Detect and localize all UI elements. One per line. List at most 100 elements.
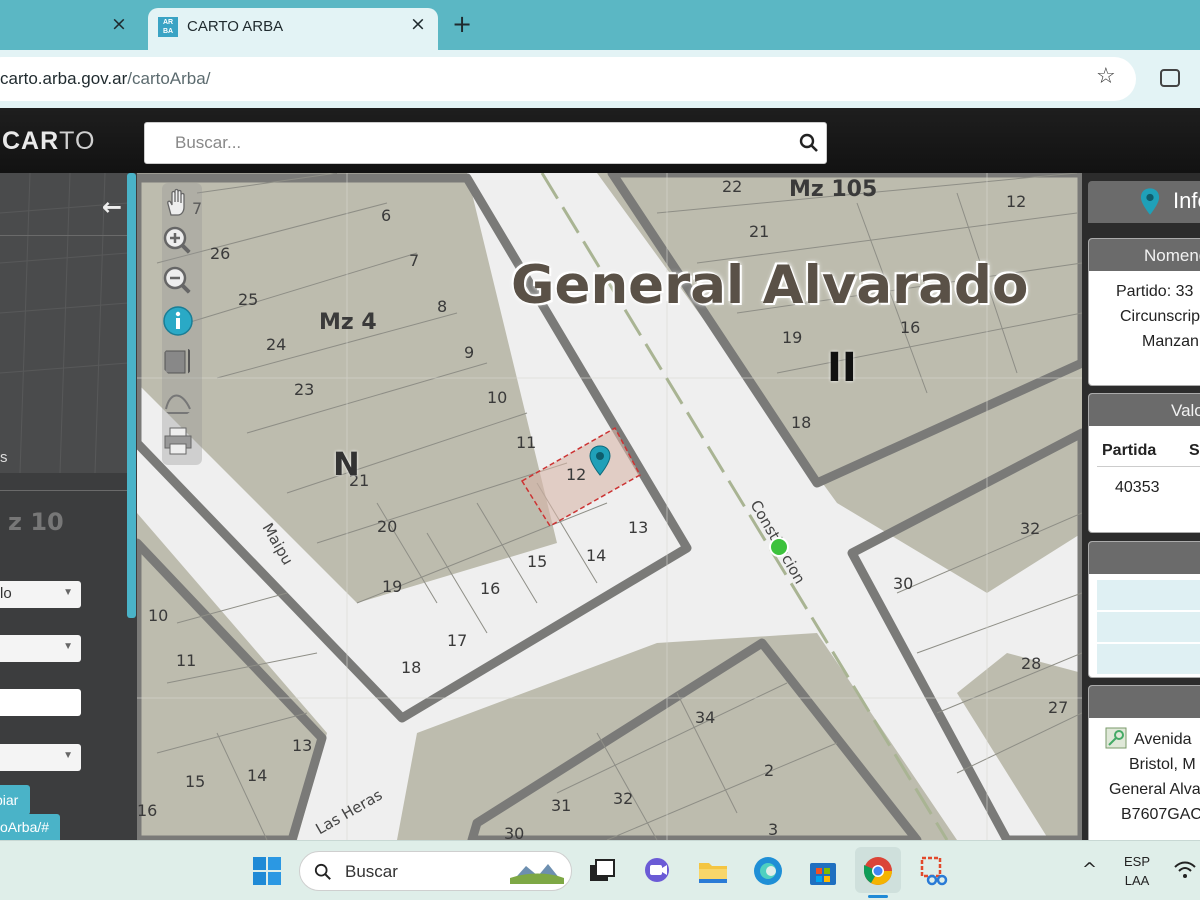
table-divider [1097, 466, 1200, 467]
lot-number: 13 [292, 736, 313, 755]
side-panel-scrollbar[interactable] [127, 173, 136, 618]
lot-number: 11 [516, 433, 537, 452]
chevron-up-icon[interactable]: ^ [1082, 859, 1097, 880]
file-explorer-icon[interactable] [697, 855, 729, 887]
lot-number: 32 [1020, 519, 1041, 538]
side-divider [0, 490, 128, 491]
nomenclatura-line: Manzan [1142, 333, 1199, 350]
lot-number: 15 [527, 552, 548, 571]
measure-distance-icon[interactable] [162, 385, 194, 417]
lot-number: 23 [294, 380, 315, 399]
valuacion-box: Valo Partida S 40353 [1088, 393, 1200, 533]
lot-number: 15 [185, 772, 206, 791]
search-input[interactable] [175, 133, 775, 153]
tab-title: CARTO ARBA [187, 18, 284, 35]
lot-number: 10 [487, 388, 508, 407]
url-host: carto.arba.gov.ar [0, 69, 128, 88]
lot-number: 16 [900, 318, 921, 337]
partida-label: Partida [1102, 442, 1157, 459]
pan-hand-icon[interactable] [162, 187, 194, 219]
taskbar-search[interactable]: Buscar [299, 851, 572, 891]
teams-chat-icon[interactable] [641, 855, 673, 887]
seccion-label: N [333, 445, 360, 483]
side-panel: ← s z 10 lo ▼ ▼ ▼ [0, 173, 137, 840]
task-view-icon[interactable] [586, 855, 618, 887]
d-header: D [1089, 542, 1200, 574]
filter-select-2[interactable]: ▼ [0, 635, 81, 662]
nomenclatura-line: Circunscrip [1120, 308, 1200, 325]
clear-button[interactable]: piar [0, 785, 30, 815]
address-line: B7607GAC [1121, 806, 1200, 823]
wifi-icon[interactable] [1174, 861, 1196, 879]
filter-select-3[interactable]: ▼ [0, 744, 81, 771]
search-icon[interactable] [799, 133, 819, 153]
lot-number: 12 [1006, 192, 1027, 211]
microsoft-store-icon[interactable] [807, 855, 839, 887]
language-line: LAA [1124, 873, 1150, 888]
location-pin-icon [1140, 188, 1160, 215]
tab-close-icon[interactable]: × [410, 13, 426, 35]
address-header: I [1089, 686, 1200, 718]
chevron-down-icon: ▼ [63, 750, 73, 761]
info-panel-title: Info [1173, 188, 1200, 213]
windows-taskbar: Buscar ^ ESP LAA [0, 840, 1200, 900]
address-line: Avenida [1134, 731, 1192, 748]
browser-tab-strip: × AR BA CARTO ARBA × + [0, 0, 1200, 50]
map-canvas[interactable]: 7 6 26 7 25 8 24 9 23 10 11 12 21 20 13 … [137, 173, 1082, 840]
taskbar-search-text: Buscar [345, 862, 398, 881]
table-row [1097, 612, 1200, 642]
lot-number: 6 [381, 206, 392, 225]
url-text[interactable]: carto.arba.gov.ar/cartoArba/ [0, 69, 210, 89]
chrome-browser-icon[interactable] [862, 855, 894, 887]
search-icon [314, 863, 331, 880]
lot-number: 30 [893, 574, 914, 593]
manzana-label: Mz 4 [319, 310, 377, 335]
windows-start-icon[interactable] [251, 855, 283, 887]
street-view-icon[interactable] [1105, 727, 1127, 749]
side-mz-label: z 10 [8, 508, 64, 536]
zoom-out-icon[interactable] [162, 265, 194, 297]
extension-icon[interactable] [1160, 69, 1180, 87]
lot-number: 3 [768, 820, 779, 839]
zoom-in-icon[interactable] [162, 225, 194, 257]
lot-number: 9 [464, 343, 475, 362]
print-icon[interactable] [162, 425, 194, 457]
logo-bold: CAR [2, 127, 60, 155]
pegman-marker-icon[interactable] [769, 537, 789, 557]
language-line: ESP [1124, 854, 1151, 869]
lot-number: 27 [1048, 698, 1069, 717]
chevron-down-icon: ▼ [63, 587, 73, 598]
town-label: General Alvarado [511, 255, 1029, 316]
carto-logo[interactable]: CARTO [2, 127, 95, 156]
status-url: oArba/# [0, 814, 60, 840]
info-panel-title-bar: Info [1088, 181, 1200, 223]
filter-input[interactable] [0, 689, 81, 716]
measure-area-icon[interactable] [162, 345, 194, 377]
edge-browser-icon[interactable] [752, 855, 784, 887]
app-header: CARTO [0, 108, 1200, 173]
snipping-tool-icon[interactable] [918, 855, 950, 887]
lot-number: 32 [613, 789, 634, 808]
lot-number: 25 [238, 290, 259, 309]
lot-number: 18 [401, 658, 422, 677]
nomenclatura-body: Partido: 33 Circunscrip Manzan [1089, 271, 1200, 354]
map-toolbar [162, 183, 202, 465]
location-pin-icon[interactable] [589, 445, 611, 477]
language-indicator[interactable]: ESP LAA [1124, 852, 1150, 890]
lot-number: 11 [176, 651, 197, 670]
filter-select-1[interactable]: lo ▼ [0, 581, 81, 608]
info-icon[interactable] [162, 305, 194, 337]
logo-thin: TO [59, 127, 96, 155]
lot-number: 31 [551, 796, 572, 815]
collapse-panel-arrow-icon[interactable]: ← [102, 193, 122, 221]
tab-carto-arba[interactable]: AR BA CARTO ARBA × [148, 8, 438, 50]
chevron-down-icon: ▼ [63, 641, 73, 652]
new-tab-button[interactable]: + [452, 10, 472, 38]
table-row [1097, 580, 1200, 610]
prev-tab-close-icon[interactable]: × [111, 13, 127, 35]
address-bar[interactable]: carto.arba.gov.ar/cartoArba/ [0, 57, 1136, 101]
search-box [144, 122, 827, 164]
bookmark-star-icon[interactable]: ☆ [1096, 64, 1116, 89]
lot-number: 13 [628, 518, 649, 537]
lot-number: 30 [504, 824, 525, 840]
